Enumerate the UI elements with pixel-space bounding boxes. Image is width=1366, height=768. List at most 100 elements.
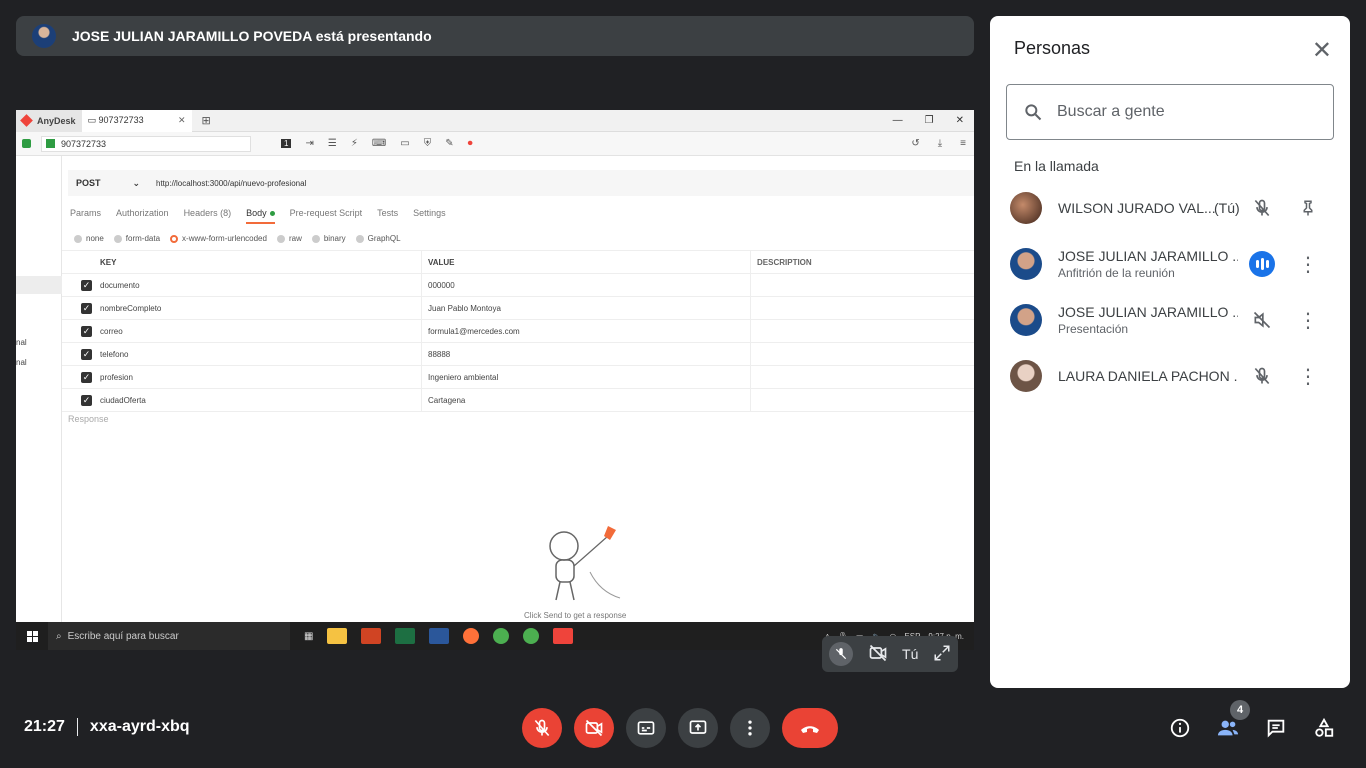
windows-start-icon xyxy=(16,630,48,642)
avatar xyxy=(1010,304,1042,336)
people-button[interactable]: 4 xyxy=(1212,700,1250,748)
info-icon xyxy=(1170,718,1190,738)
request-url: http://localhost:3000/api/nuevo-profesio… xyxy=(156,178,307,188)
section-label: En la llamada xyxy=(1014,158,1099,174)
end-call-icon xyxy=(801,726,819,733)
expand-icon[interactable] xyxy=(933,644,951,665)
download-icon: ⤓ xyxy=(937,138,943,149)
you-tag: (Tú) xyxy=(1214,200,1240,216)
more-options-icon[interactable]: ⋮ xyxy=(1296,248,1320,280)
mic-toggle-button[interactable] xyxy=(522,708,562,748)
response-label: Response xyxy=(68,414,109,424)
display-number: 1 xyxy=(281,139,292,148)
mic-off-icon xyxy=(1246,360,1278,392)
close-icon[interactable]: ✕ xyxy=(1312,36,1332,65)
display-icon: ▭ xyxy=(400,138,410,149)
tab-authorization: Authorization xyxy=(116,208,169,218)
keyboard-icon: ⌨ xyxy=(371,138,387,149)
list-item[interactable]: JOSE JULIAN JARAMILLO ... Presentación ⋮ xyxy=(990,292,1350,348)
firefox-icon xyxy=(463,628,480,644)
meeting-code: xxa-ayrd-xbq xyxy=(89,718,190,735)
restore-icon: ❐ xyxy=(924,115,934,126)
chrome-icon xyxy=(493,628,510,644)
chat-icon xyxy=(1267,719,1285,738)
presenter-text: JOSE JULIAN JARAMILLO POVEDA está presen… xyxy=(72,28,432,44)
chrome-alt-icon xyxy=(523,628,540,644)
clock: 21:27 xyxy=(24,718,65,735)
shared-screen: AnyDesk ▭ 907372733 ✕ ⊞ — ❐ ✕ 907372733 … xyxy=(16,110,974,650)
close-tab-icon: ✕ xyxy=(177,115,186,125)
more-vert-icon xyxy=(748,720,752,736)
avatar xyxy=(1010,192,1042,224)
participant-role: Anfitrión de la reunión xyxy=(1058,266,1175,280)
more-options-icon[interactable]: ⋮ xyxy=(1296,360,1320,392)
more-options-button[interactable] xyxy=(730,708,770,748)
leave-call-button[interactable] xyxy=(782,708,838,748)
present-button[interactable] xyxy=(678,708,718,748)
checkbox-icon: ✓ xyxy=(81,325,92,337)
postman-sidebar: nal nal xyxy=(16,156,62,622)
search-input[interactable] xyxy=(1057,103,1297,121)
more-options-icon[interactable]: ⋮ xyxy=(1296,304,1320,336)
activities-button[interactable] xyxy=(1308,708,1340,748)
meeting-details-button[interactable] xyxy=(1164,708,1196,748)
close-window-icon: ✕ xyxy=(955,115,964,126)
mic-off-icon[interactable] xyxy=(829,642,854,666)
status-icon xyxy=(22,139,31,148)
table-row: ✓ correo formula1@mercedes.com xyxy=(62,320,974,343)
excel-icon xyxy=(395,628,416,644)
pin-icon[interactable] xyxy=(1296,192,1320,224)
menu-icon: ≡ xyxy=(960,138,966,149)
present-screen-icon xyxy=(689,720,707,734)
avatar xyxy=(1010,360,1042,392)
astronaut-illustration xyxy=(549,526,621,601)
checkbox-icon: ✓ xyxy=(81,279,92,291)
participant-name: JOSE JULIAN JARAMILLO ... xyxy=(1058,304,1238,320)
table-row: ✓ nombreCompleto Juan Pablo Montoya xyxy=(62,297,974,320)
mic-off-icon xyxy=(534,719,550,737)
list-item[interactable]: WILSON JURADO VAL... (Tú) xyxy=(990,180,1350,236)
presenter-banner: JOSE JULIAN JARAMILLO POVEDA está presen… xyxy=(16,16,974,56)
history-icon: ↺ xyxy=(911,138,920,149)
camera-off-icon[interactable] xyxy=(868,643,888,666)
participant-name: LAURA DANIELA PACHON ... xyxy=(1058,368,1238,384)
record-icon: ⏺ xyxy=(467,138,473,149)
action-icon: ⚡ xyxy=(350,138,358,149)
send-hint: Click Send to get a response xyxy=(524,611,627,620)
meeting-info: 21:27 xxa-ayrd-xbq xyxy=(24,718,190,736)
powerpoint-icon xyxy=(361,628,382,644)
chat-button[interactable] xyxy=(1260,708,1292,748)
monitor-icon: ▭ xyxy=(87,115,99,125)
camera-toggle-button[interactable] xyxy=(574,708,614,748)
checkbox-icon: ✓ xyxy=(81,348,92,360)
taskbar-search: ⌕ Escribe aquí para buscar xyxy=(48,622,290,650)
you-label: Tú xyxy=(902,646,919,662)
list-item[interactable]: LAURA DANIELA PACHON ... ⋮ xyxy=(990,348,1350,404)
table-row: ✓ profesion Ingeniero ambiental xyxy=(62,366,974,389)
table-row: ✓ ciudadOferta Cartagena xyxy=(62,389,974,412)
avatar xyxy=(1010,248,1042,280)
anydesk-tab: ▭ 907372733 ✕ xyxy=(81,110,192,132)
people-icon xyxy=(1217,720,1239,736)
side-controls: 4 xyxy=(1164,700,1340,748)
chat-icon: ☰ xyxy=(327,138,337,149)
file-explorer-icon xyxy=(327,628,348,644)
self-view-controls: Tú xyxy=(822,636,958,672)
list-item[interactable]: JOSE JULIAN JARAMILLO ... Anfitrión de l… xyxy=(990,236,1350,292)
captions-button[interactable] xyxy=(626,708,666,748)
params-table: KEY VALUE DESCRIPTION ✓ documento 000000… xyxy=(62,250,974,412)
mic-off-icon xyxy=(1246,192,1278,224)
anydesk-taskbar-icon xyxy=(553,628,574,644)
table-header: KEY VALUE DESCRIPTION xyxy=(62,251,974,274)
call-controls xyxy=(522,708,838,748)
tab-params: Params xyxy=(70,208,102,218)
pen-icon: ✎ xyxy=(445,138,454,149)
shield-icon: ⛨ xyxy=(423,138,432,149)
checkbox-icon: ✓ xyxy=(81,394,92,406)
people-search[interactable] xyxy=(1006,84,1334,140)
tab-body: Body xyxy=(246,208,275,224)
participant-role: Presentación xyxy=(1058,322,1129,336)
table-row: ✓ documento 000000 xyxy=(62,274,974,297)
anydesk-toolbar: 907372733 1 ⇥ ☰ ⚡ ⌨ ▭ ⛨ ✎ ⏺ ↺ ⤓ ≡ xyxy=(16,132,974,156)
anydesk-logo: AnyDesk xyxy=(16,110,82,132)
